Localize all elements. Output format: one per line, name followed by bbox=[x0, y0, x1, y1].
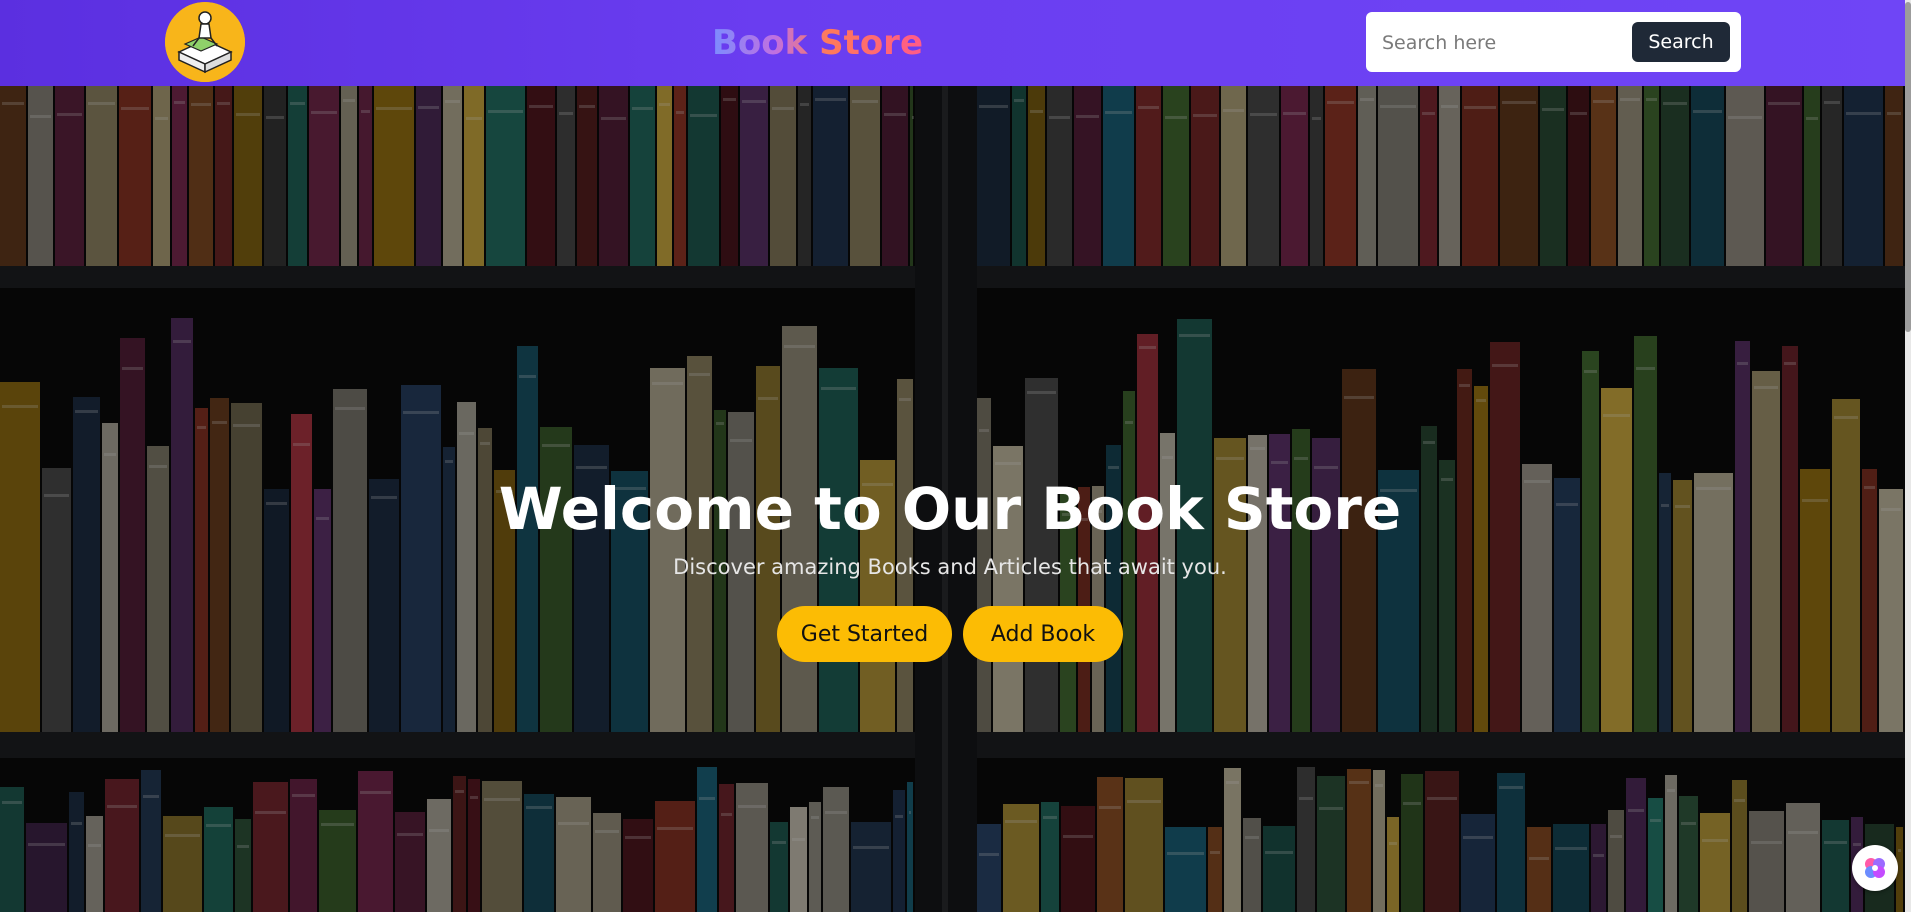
scrollbar[interactable] bbox=[1905, 0, 1911, 912]
get-started-button[interactable]: Get Started bbox=[777, 606, 952, 662]
brand-title[interactable]: Book Store bbox=[712, 20, 923, 66]
search-input[interactable] bbox=[1380, 24, 1624, 62]
search-form: Search bbox=[1366, 12, 1741, 72]
add-book-button[interactable]: Add Book bbox=[963, 606, 1123, 662]
assistant-button[interactable] bbox=[1852, 845, 1898, 891]
navbar: Book Store Search bbox=[0, 0, 1911, 86]
assistant-icon bbox=[1865, 858, 1885, 878]
scrollbar-thumb[interactable] bbox=[1905, 2, 1911, 332]
hero-title: Welcome to Our Book Store bbox=[498, 474, 1402, 543]
hero-subtitle: Discover amazing Books and Articles that… bbox=[673, 555, 1227, 579]
hero-section: Welcome to Our Book Store Discover amazi… bbox=[0, 86, 1905, 912]
bookstore-logo-icon[interactable] bbox=[165, 2, 245, 82]
search-button[interactable]: Search bbox=[1632, 22, 1730, 62]
